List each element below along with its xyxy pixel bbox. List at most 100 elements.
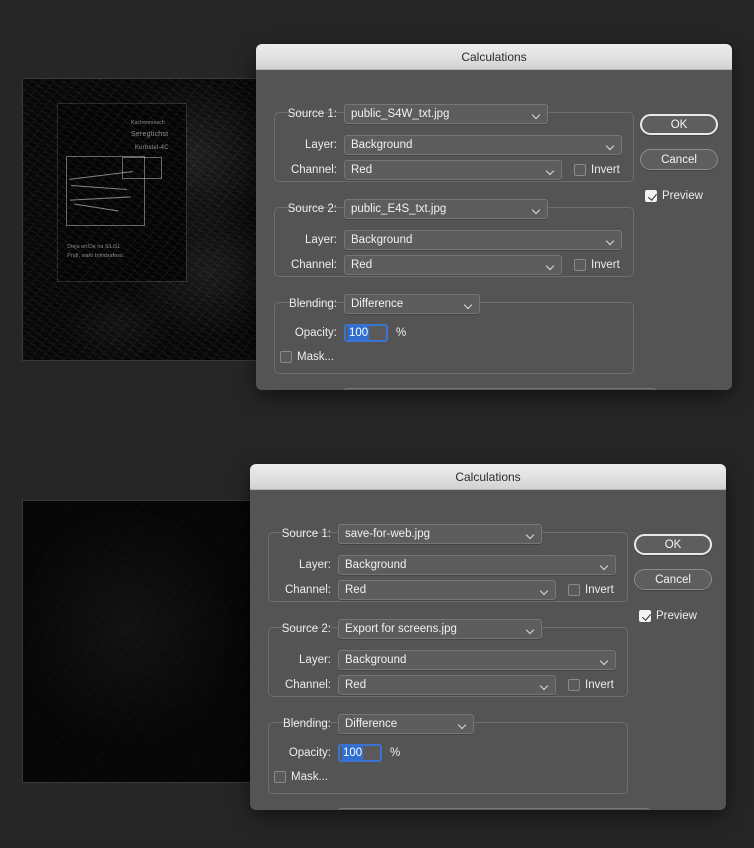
source1-channel-select[interactable]: Red (338, 580, 556, 600)
chevron-down-icon (540, 681, 549, 690)
preview-doc-rule-4 (73, 203, 119, 212)
blending-label: Blending: (283, 718, 331, 730)
source1-file-value: save-for-web.jpg (345, 528, 431, 540)
mask-checkbox[interactable]: Mask... (274, 771, 328, 783)
source1-row: Source 1: save-for-web.jpg (272, 524, 542, 544)
source1-channel-select[interactable]: Red (344, 160, 562, 180)
source2-channel-label: Channel: (284, 679, 331, 691)
preview-document-top: Kuchenmesch. Seregtichst Kurbstel-4C Die… (58, 104, 186, 282)
source2-invert-checkbox[interactable]: Invert (568, 679, 614, 691)
mask-label: Mask... (297, 351, 335, 363)
source2-channel-select[interactable]: Red (338, 675, 556, 695)
blending-row: Blending: Difference (278, 294, 480, 314)
opacity-row: Opacity: 100 % (278, 324, 406, 342)
source2-layer-select[interactable]: Background (344, 230, 622, 250)
source2-file-select[interactable]: public_E4S_txt.jpg (344, 199, 548, 219)
source1-layer-value: Background (345, 559, 407, 571)
source1-channel-label: Channel: (284, 584, 331, 596)
calculations-dialog-bottom: Calculations Source 1: save-for-web.jpg … (250, 464, 726, 810)
chevron-down-icon (546, 261, 555, 270)
preview-checkbox[interactable]: Preview (639, 610, 697, 622)
source2-file-value: Export for screens.jpg (345, 623, 457, 635)
preview-doc-image-block (66, 155, 146, 227)
blending-mode-select[interactable]: Difference (338, 714, 474, 734)
preview-canvas-bottom (23, 501, 259, 782)
blending-mode-value: Difference (345, 718, 398, 730)
dialog-titlebar-bottom[interactable]: Calculations (250, 464, 726, 490)
preview-label: Preview (656, 610, 697, 622)
result-select[interactable]: New Channel (344, 388, 656, 390)
cancel-button-label: Cancel (661, 153, 697, 166)
preview-label: Preview (662, 190, 703, 202)
chevron-down-icon (600, 561, 609, 570)
source1-channel-row: Channel: Red Invert (278, 160, 620, 180)
source2-layer-select[interactable]: Background (338, 650, 616, 670)
source1-file-select[interactable]: save-for-web.jpg (338, 524, 542, 544)
blending-row: Blending: Difference (272, 714, 474, 734)
source2-channel-value: Red (345, 679, 367, 691)
opacity-unit: % (396, 327, 407, 339)
source1-layer-label: Layer: (299, 559, 331, 571)
source1-channel-value: Red (345, 584, 367, 596)
result-row: Result: New Channel (272, 808, 650, 810)
source2-file-select[interactable]: Export for screens.jpg (338, 619, 542, 639)
checkbox-box (639, 610, 651, 622)
preview-doc-rule-1 (68, 171, 133, 180)
source2-label: Source 2: (287, 203, 337, 215)
opacity-label: Opacity: (294, 327, 337, 339)
checkbox-box (568, 679, 580, 691)
preview-doc-line-1: Kuchenmesch. (131, 120, 167, 127)
opacity-input[interactable]: 100 (338, 744, 382, 762)
preview-doc-line-5: Prufi, siafo trimdsafoss. (67, 252, 125, 259)
result-row: Result: New Channel (278, 388, 656, 390)
chevron-down-icon (546, 166, 555, 175)
source2-row: Source 2: public_E4S_txt.jpg (278, 199, 548, 219)
opacity-input[interactable]: 100 (344, 324, 388, 342)
opacity-row: Opacity: 100 % (272, 744, 400, 762)
source1-file-select[interactable]: public_S4W_txt.jpg (344, 104, 548, 124)
source2-invert-label: Invert (585, 679, 614, 691)
source1-row: Source 1: public_S4W_txt.jpg (278, 104, 548, 124)
dialog-titlebar-top[interactable]: Calculations (256, 44, 732, 70)
ok-button[interactable]: OK (634, 534, 712, 555)
source2-layer-label: Layer: (299, 654, 331, 666)
checkbox-box (574, 259, 586, 271)
source1-invert-checkbox[interactable]: Invert (574, 164, 620, 176)
cancel-button[interactable]: Cancel (634, 569, 712, 590)
source1-invert-checkbox[interactable]: Invert (568, 584, 614, 596)
source1-layer-select[interactable]: Background (344, 135, 622, 155)
checkbox-box (574, 164, 586, 176)
blending-mode-value: Difference (351, 298, 404, 310)
source1-layer-select[interactable]: Background (338, 555, 616, 575)
source2-layer-label: Layer: (305, 234, 337, 246)
cancel-button[interactable]: Cancel (640, 149, 718, 170)
mask-checkbox[interactable]: Mask... (280, 351, 334, 363)
chevron-down-icon (526, 625, 535, 634)
source2-channel-select[interactable]: Red (344, 255, 562, 275)
source1-invert-label: Invert (585, 584, 614, 596)
ok-button-label: OK (664, 538, 682, 551)
chevron-down-icon (532, 205, 541, 214)
source2-row: Source 2: Export for screens.jpg (272, 619, 542, 639)
chevron-down-icon (606, 141, 615, 150)
source1-file-value: public_S4W_txt.jpg (351, 108, 450, 120)
blending-mode-select[interactable]: Difference (344, 294, 480, 314)
opacity-unit: % (390, 747, 401, 759)
preview-checkbox[interactable]: Preview (645, 190, 703, 202)
source2-channel-label: Channel: (290, 259, 337, 271)
source2-file-value: public_E4S_txt.jpg (351, 203, 447, 215)
chevron-down-icon (464, 300, 473, 309)
chevron-down-icon (600, 656, 609, 665)
source2-channel-value: Red (351, 259, 373, 271)
source2-invert-checkbox[interactable]: Invert (574, 259, 620, 271)
source1-channel-value: Red (351, 164, 373, 176)
preview-doc-rule-2 (71, 185, 128, 191)
chevron-down-icon (532, 110, 541, 119)
source2-channel-row: Channel: Red Invert (278, 255, 620, 275)
ok-button-label: OK (670, 118, 688, 131)
preview-doc-line-4: Dieja ertCle na SiLiSL (67, 244, 121, 251)
checkbox-box (280, 351, 292, 363)
result-select[interactable]: New Channel (338, 808, 650, 810)
ok-button[interactable]: OK (640, 114, 718, 135)
source1-label: Source 1: (287, 108, 337, 120)
